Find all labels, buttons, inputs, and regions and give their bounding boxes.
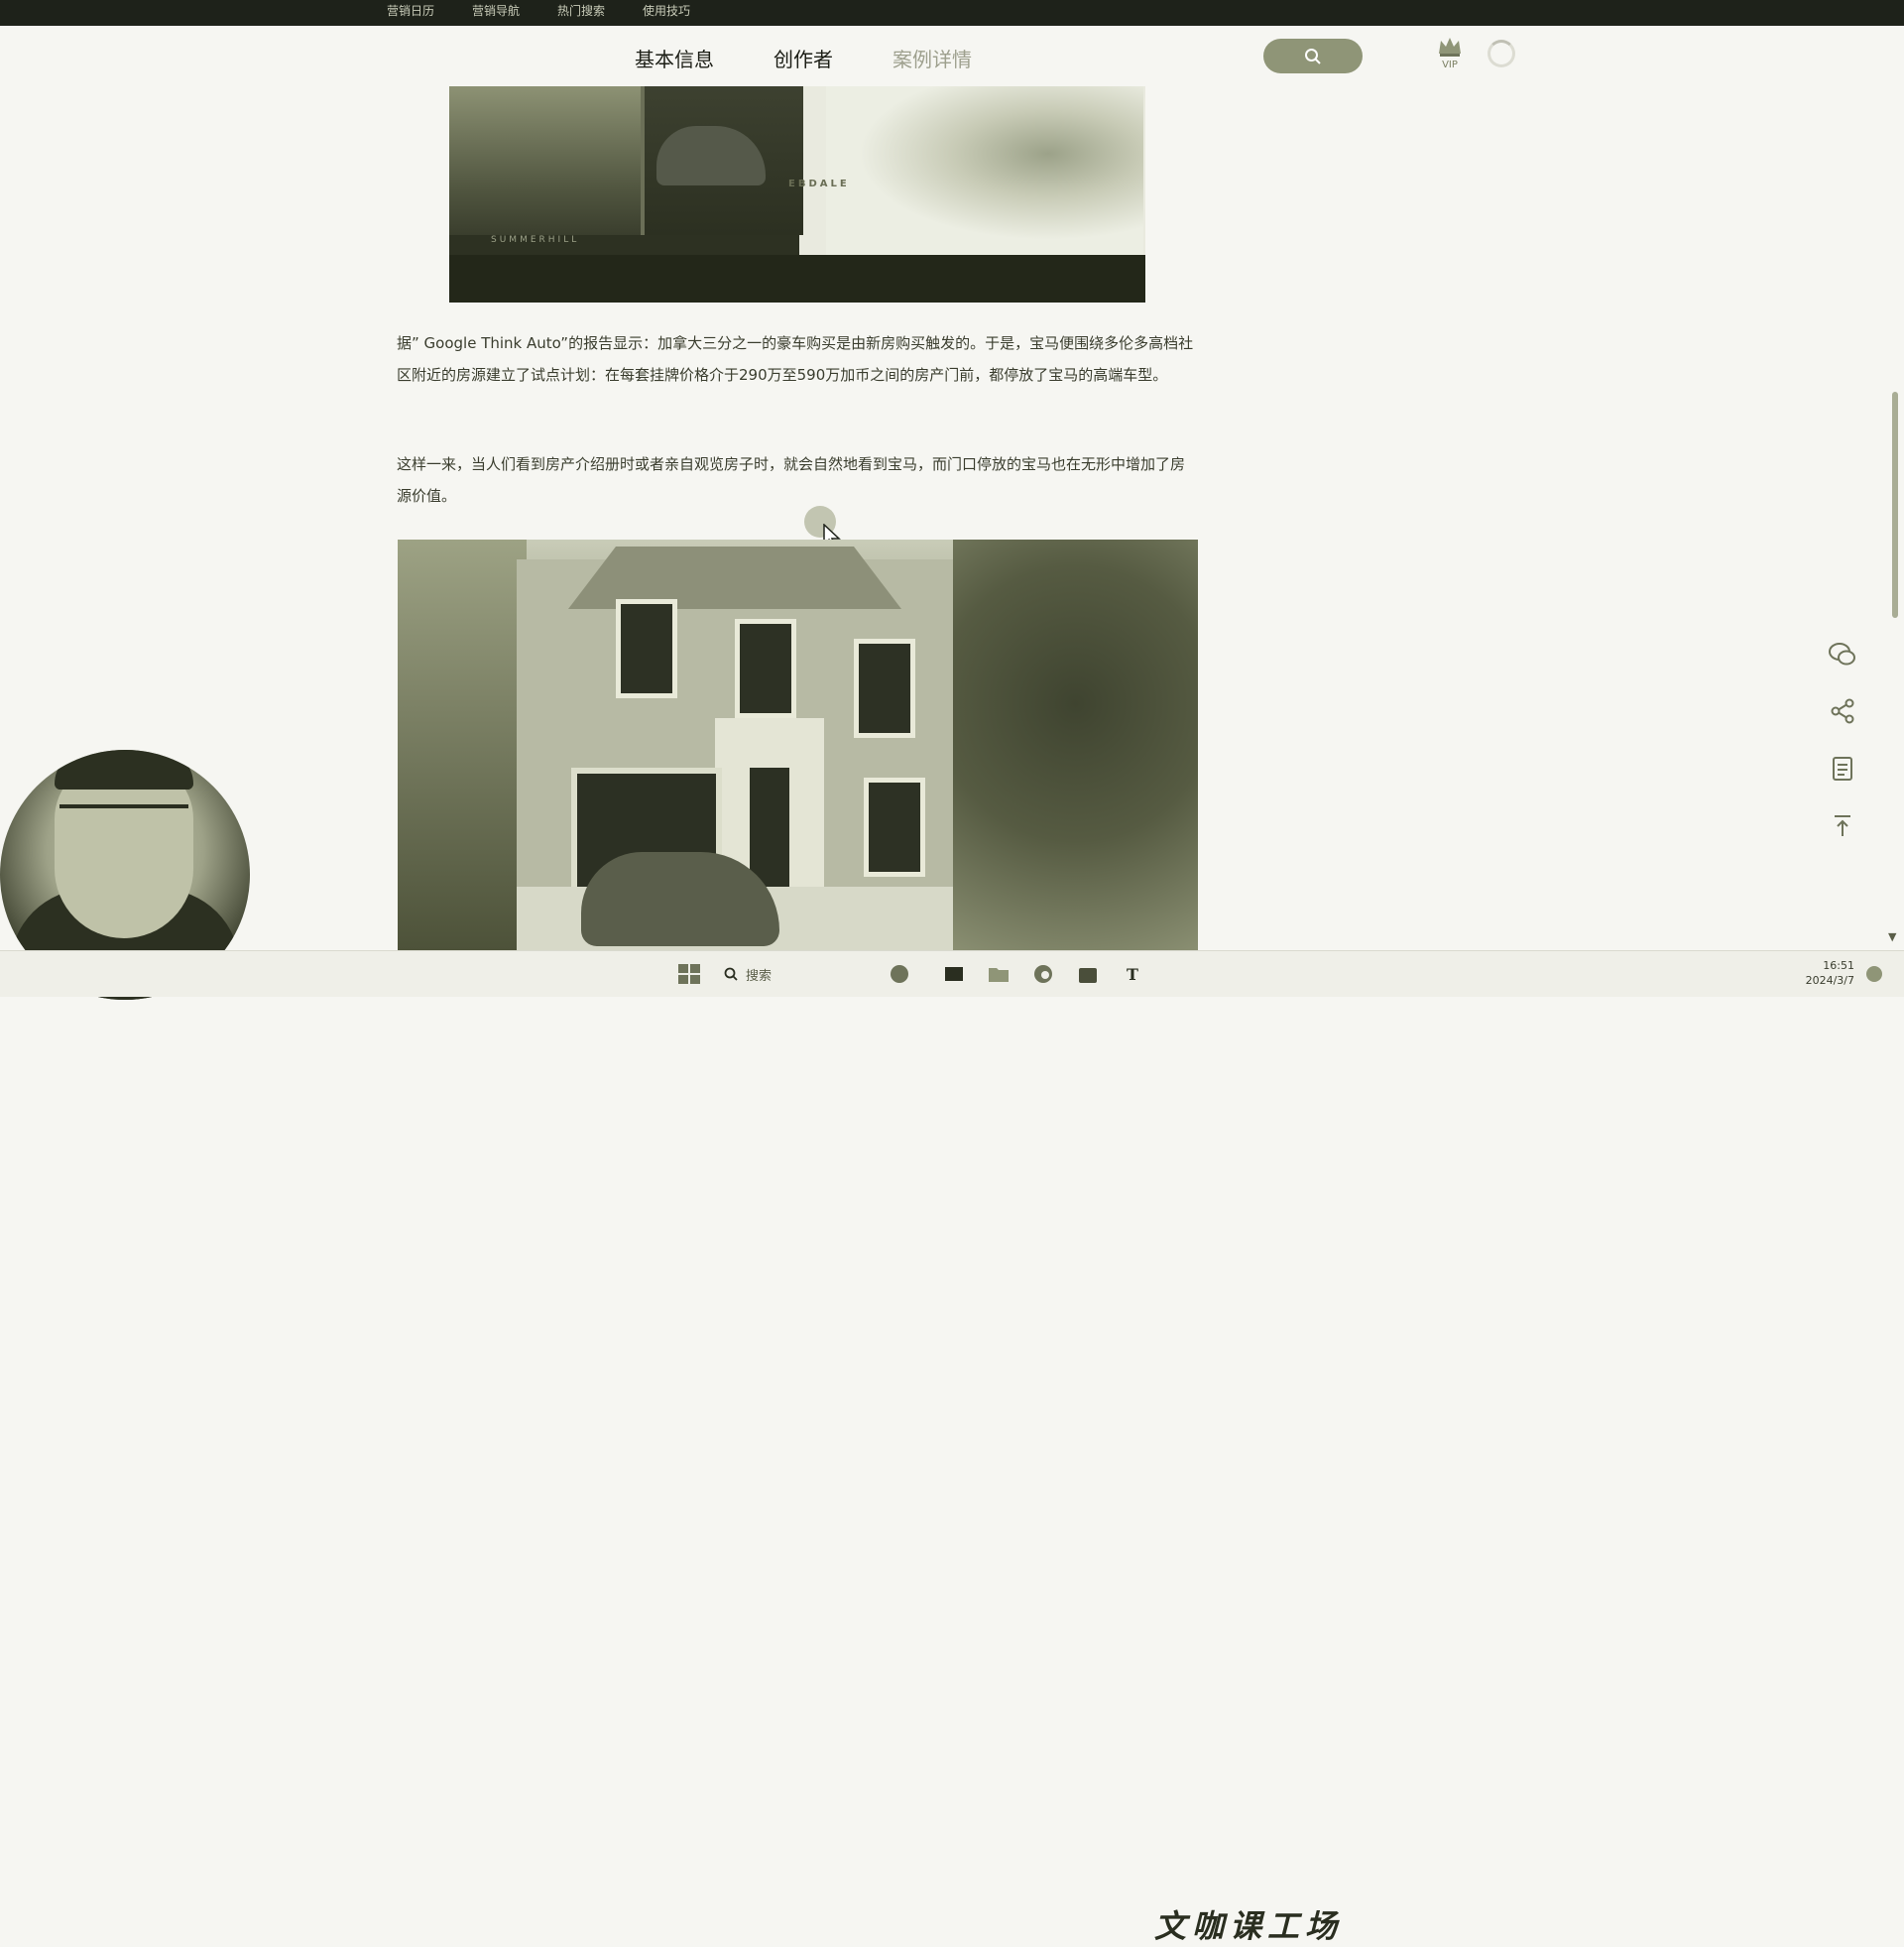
search-icon <box>724 967 738 981</box>
taskbar-search[interactable]: 搜索 <box>724 960 902 988</box>
tab-basic-info[interactable]: 基本信息 <box>635 44 714 72</box>
brochure-caption-right: EBDALE <box>788 179 850 189</box>
tab-case-detail[interactable]: 案例详情 <box>892 44 972 72</box>
share-icon[interactable] <box>1828 696 1857 726</box>
top-link-hot-search[interactable]: 热门搜索 <box>557 0 605 26</box>
back-to-top-icon[interactable] <box>1828 811 1857 841</box>
typora-icon[interactable]: T <box>1121 963 1144 985</box>
vip-label: VIP <box>1442 60 1458 70</box>
brochure-photo-car <box>641 86 803 235</box>
case-image-house <box>398 540 1198 950</box>
task-view-icon[interactable] <box>942 963 966 985</box>
top-link-tips[interactable]: 使用技巧 <box>643 0 690 26</box>
notification-icon[interactable] <box>1862 963 1886 985</box>
case-image-brochure: SUMMERHILL EBDALE <box>449 86 1145 303</box>
top-bar: 营销日历 营销导航 热门搜索 使用技巧 <box>0 0 1904 26</box>
top-link-marketing-calendar[interactable]: 营销日历 <box>387 0 434 26</box>
file-explorer-icon[interactable] <box>987 963 1011 985</box>
app-icon-1[interactable] <box>888 963 911 985</box>
brochure-map-art <box>826 86 1143 255</box>
edge-browser-icon[interactable] <box>1031 963 1055 985</box>
article-paragraph-2: 这样一来，当人们看到房产介绍册时或者亲自观览房子时，就会自然地看到宝马，而门口停… <box>397 455 1186 505</box>
avatar-loading-spinner[interactable] <box>1488 40 1515 67</box>
crown-icon <box>1439 38 1461 57</box>
brochure-caption-left: SUMMERHILL <box>491 235 580 245</box>
windows-start-icon[interactable] <box>677 963 701 985</box>
page-scrollbar[interactable] <box>1892 392 1898 618</box>
watermark-logo: 文咖课工场 <box>1154 1907 1344 1945</box>
top-link-marketing-nav[interactable]: 营销导航 <box>472 0 520 26</box>
svg-text:T: T <box>1127 965 1138 984</box>
system-clock[interactable]: 16:51 2024/3/7 <box>1785 958 1854 988</box>
search-icon <box>1305 48 1321 64</box>
tab-creator[interactable]: 创作者 <box>774 44 833 72</box>
windows-taskbar: 搜索 T 文咖课工场 16:51 2024/3/7 <box>0 950 1904 1945</box>
clock-time: 16:51 <box>1823 959 1854 972</box>
store-icon[interactable] <box>1076 963 1100 985</box>
document-icon[interactable] <box>1828 754 1857 784</box>
brochure-dark-band <box>449 255 1145 303</box>
search-button[interactable] <box>1263 39 1363 73</box>
taskbar-search-label: 搜索 <box>746 968 773 984</box>
clock-date: 2024/3/7 <box>1805 974 1854 987</box>
article-paragraph-1: 据” Google Think Auto”的报告显示：加拿大三分之一的豪车购买是… <box>397 334 1194 384</box>
brochure-photo-blur <box>449 86 641 235</box>
wechat-icon[interactable] <box>1828 640 1857 669</box>
scroll-down-arrow-icon[interactable]: ▼ <box>1888 930 1896 943</box>
vip-badge[interactable]: VIP <box>1436 36 1464 70</box>
detail-nav: 基本信息 创作者 案例详情 VIP <box>0 26 1904 85</box>
top-links: 营销日历 营销导航 热门搜索 使用技巧 <box>387 0 728 26</box>
